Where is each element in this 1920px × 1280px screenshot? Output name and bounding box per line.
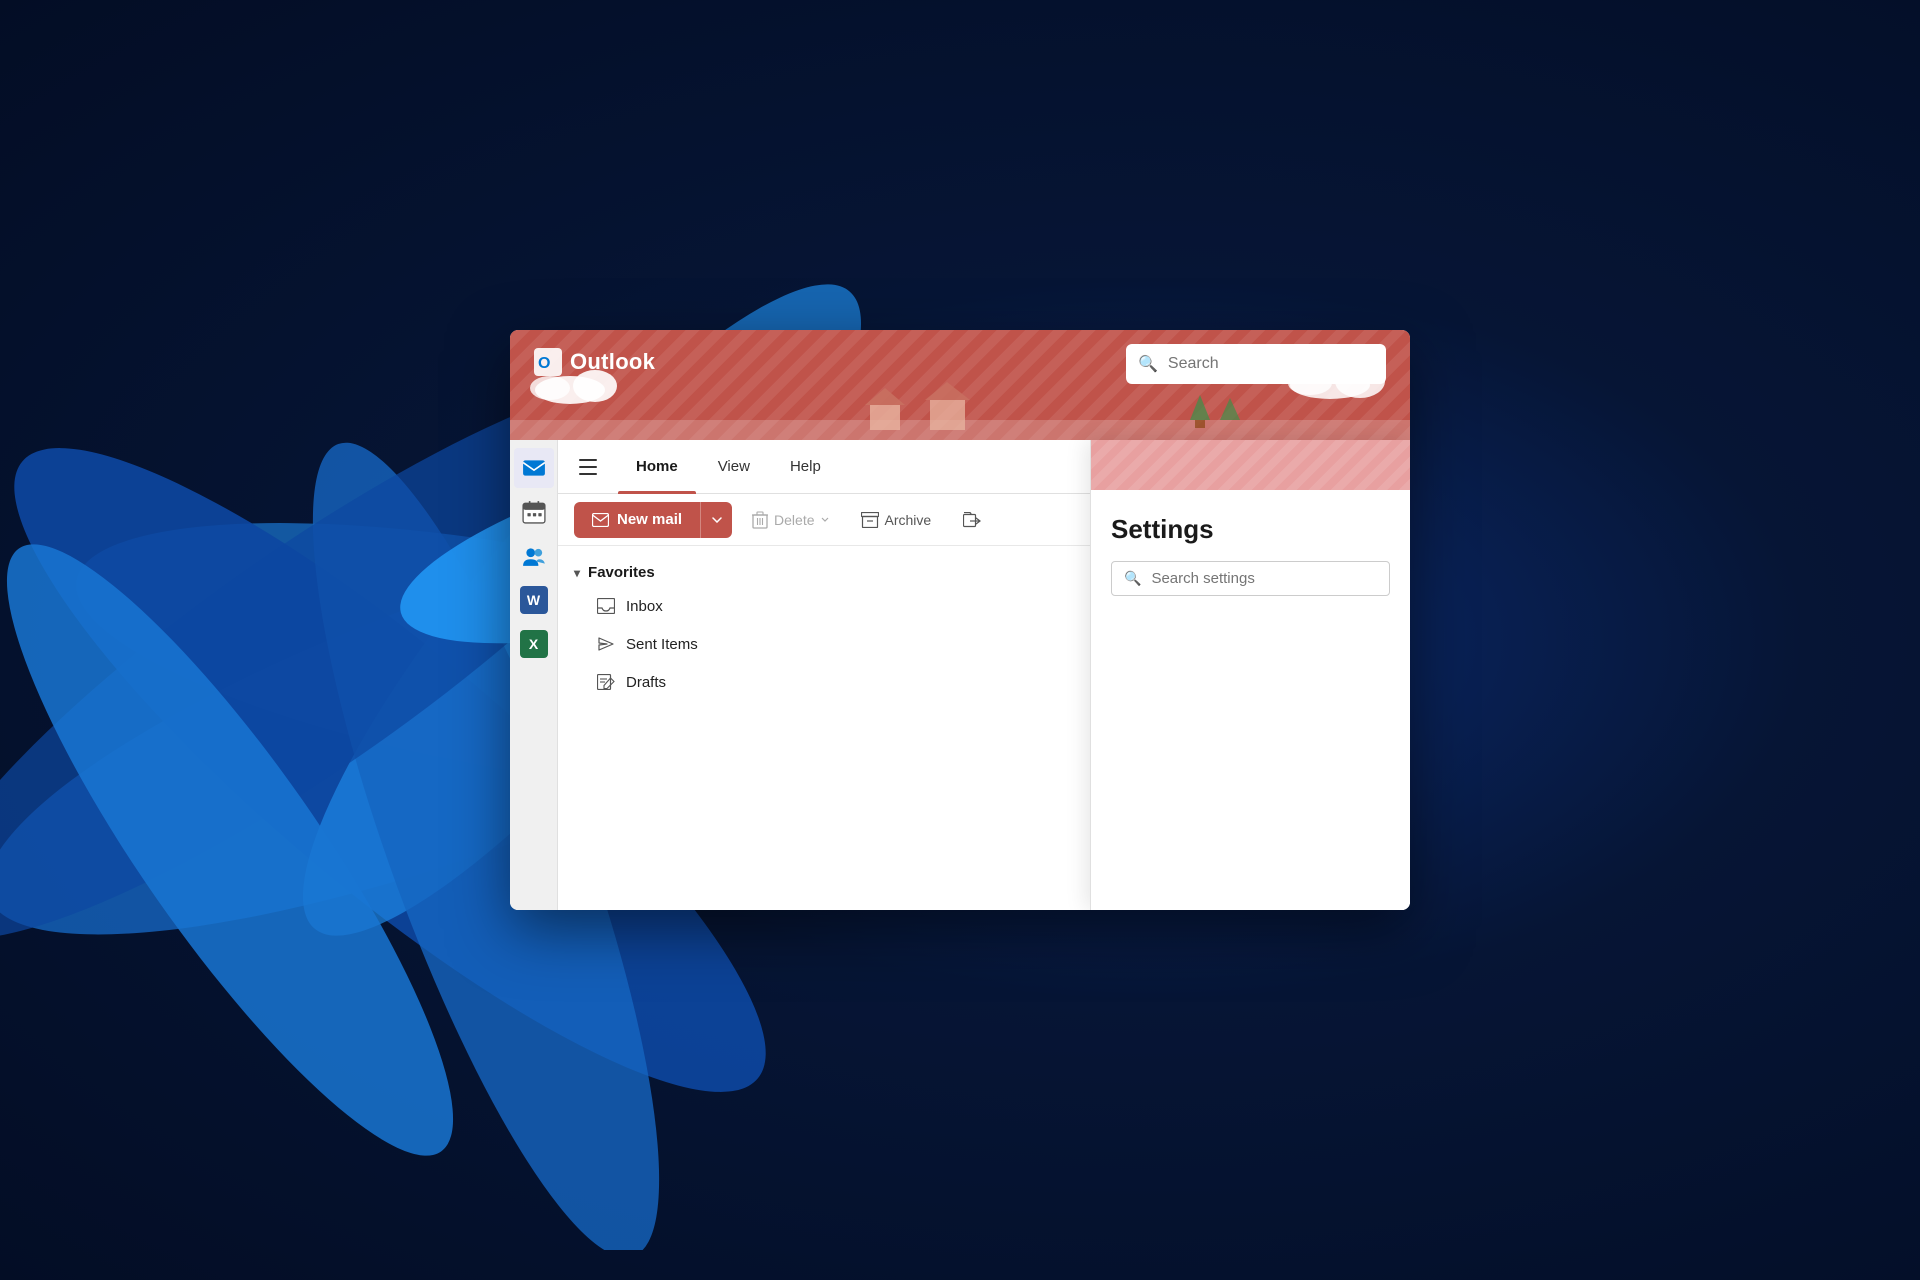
delete-chevron-icon xyxy=(821,517,829,522)
favorites-chevron-icon: ▾ xyxy=(574,566,580,580)
settings-band-pattern xyxy=(1091,440,1410,490)
tab-home[interactable]: Home xyxy=(618,440,696,494)
outlook-header: O Outlook 🔍 xyxy=(510,330,1410,440)
tab-view[interactable]: View xyxy=(700,440,768,494)
mail-icon xyxy=(522,456,546,480)
settings-content: Settings 🔍 xyxy=(1091,490,1410,612)
settings-search-icon: 🔍 xyxy=(1124,570,1141,587)
sidebar-icon-excel[interactable]: X xyxy=(514,624,554,664)
settings-panel: Settings 🔍 xyxy=(1090,440,1410,910)
delete-icon xyxy=(752,511,768,529)
archive-icon xyxy=(861,512,879,528)
sidebar-icon-people[interactable] xyxy=(514,536,554,576)
hamburger-line-3 xyxy=(579,473,597,475)
icon-sidebar: W X xyxy=(510,440,558,910)
settings-header-band xyxy=(1091,440,1410,490)
people-icon xyxy=(522,544,546,568)
search-icon: 🔍 xyxy=(1138,354,1158,374)
new-mail-dropdown-button[interactable] xyxy=(700,502,732,538)
settings-search-bar[interactable]: 🔍 xyxy=(1111,561,1390,596)
chevron-down-icon xyxy=(712,517,722,523)
outlook-logo: O Outlook xyxy=(534,348,655,376)
outlook-body: W X Home View xyxy=(510,440,1410,910)
delete-button[interactable]: Delete xyxy=(740,502,840,538)
new-mail-envelope-icon xyxy=(592,513,609,527)
hamburger-line-2 xyxy=(579,466,597,468)
tab-help[interactable]: Help xyxy=(772,440,839,494)
svg-text:O: O xyxy=(538,355,550,372)
settings-title: Settings xyxy=(1111,514,1390,545)
archive-button[interactable]: Archive xyxy=(849,502,944,538)
hamburger-line-1 xyxy=(579,459,597,461)
excel-app-icon: X xyxy=(520,630,548,658)
sent-items-icon xyxy=(596,634,616,654)
sidebar-icon-mail[interactable] xyxy=(514,448,554,488)
word-app-icon: W xyxy=(520,586,548,614)
drafts-icon xyxy=(596,672,616,692)
settings-search-input[interactable] xyxy=(1151,570,1377,587)
calendar-icon xyxy=(522,500,546,524)
outlook-logo-text: Outlook xyxy=(570,349,655,375)
sidebar-icon-calendar[interactable] xyxy=(514,492,554,532)
inbox-icon xyxy=(596,596,616,616)
search-input[interactable] xyxy=(1168,355,1374,373)
outlook-logo-icon: O xyxy=(534,348,562,376)
new-mail-button[interactable]: New mail xyxy=(574,502,700,538)
new-mail-group: New mail xyxy=(574,502,732,538)
hamburger-menu-button[interactable] xyxy=(570,449,606,485)
outlook-window: O Outlook 🔍 xyxy=(510,330,1410,910)
sidebar-icon-word[interactable]: W xyxy=(514,580,554,620)
move-to-button[interactable] xyxy=(951,502,993,538)
move-icon xyxy=(963,512,981,528)
header-search-bar[interactable]: 🔍 xyxy=(1126,344,1386,384)
